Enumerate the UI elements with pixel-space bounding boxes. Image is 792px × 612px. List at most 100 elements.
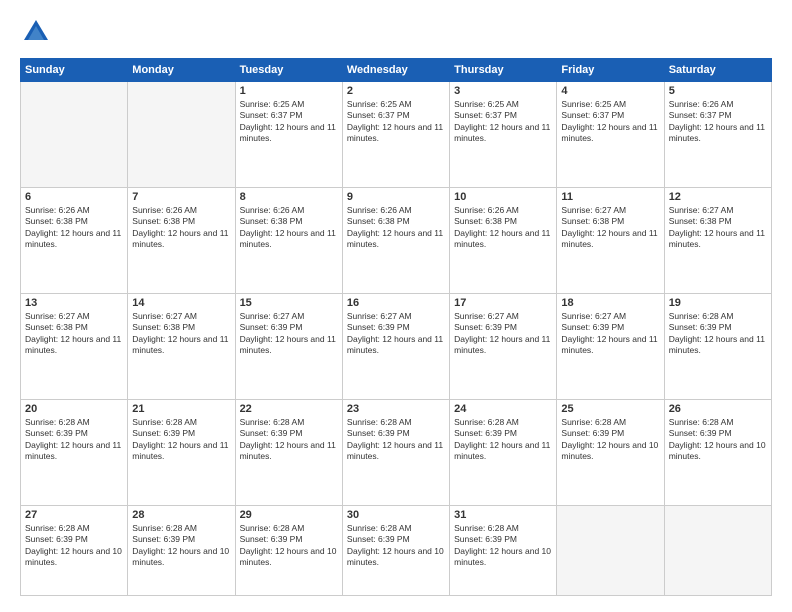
day-info: Sunrise: 6:28 AMSunset: 6:39 PMDaylight:… (454, 417, 552, 463)
day-number: 27 (25, 509, 123, 521)
day-info: Sunrise: 6:28 AMSunset: 6:39 PMDaylight:… (25, 417, 123, 463)
day-info: Sunrise: 6:26 AMSunset: 6:38 PMDaylight:… (347, 205, 445, 251)
calendar-cell (21, 82, 128, 188)
logo (20, 16, 58, 48)
day-info: Sunrise: 6:28 AMSunset: 6:39 PMDaylight:… (669, 417, 767, 463)
day-number: 9 (347, 191, 445, 203)
calendar-cell: 10Sunrise: 6:26 AMSunset: 6:38 PMDayligh… (450, 187, 557, 293)
day-number: 2 (347, 85, 445, 97)
calendar-cell: 27 Sunrise: 6:28 AMSunset: 6:39 PMDayligh… (21, 505, 128, 595)
calendar-header-sunday: Sunday (21, 59, 128, 82)
calendar-week-row-1: 1 Sunrise: 6:25 AMSunset: 6:37 PMDaylight… (21, 82, 772, 188)
calendar-header-tuesday: Tuesday (235, 59, 342, 82)
calendar-week-row-2: 6 Sunrise: 6:26 AMSunset: 6:38 PMDaylight… (21, 187, 772, 293)
day-info: Sunrise: 6:26 AMSunset: 6:38 PMDaylight:… (240, 205, 338, 251)
page: SundayMondayTuesdayWednesdayThursdayFrid… (0, 0, 792, 612)
day-number: 11 (561, 191, 659, 203)
header (20, 16, 772, 48)
calendar-cell: 26 Sunrise: 6:28 AMSunset: 6:39 PMDayligh… (664, 399, 771, 505)
calendar-cell: 15 Sunrise: 6:27 AMSunset: 6:39 PMDayligh… (235, 293, 342, 399)
day-info: Sunrise: 6:27 AMSunset: 6:38 PMDaylight:… (25, 311, 123, 357)
day-info: Sunrise: 6:28 AMSunset: 6:39 PMDaylight:… (132, 417, 230, 463)
day-number: 22 (240, 403, 338, 415)
day-info: Sunrise: 6:28 AMSunset: 6:39 PMDaylight:… (347, 523, 445, 569)
day-info: Sunrise: 6:28 AMSunset: 6:39 PMDaylight:… (669, 311, 767, 357)
calendar-cell: 17 Sunrise: 6:27 AMSunset: 6:39 PMDayligh… (450, 293, 557, 399)
day-info: Sunrise: 6:27 AMSunset: 6:39 PMDaylight:… (454, 311, 552, 357)
calendar-cell: 14 Sunrise: 6:27 AMSunset: 6:38 PMDayligh… (128, 293, 235, 399)
calendar-cell: 4Sunrise: 6:25 AMSunset: 6:37 PMDaylight… (557, 82, 664, 188)
day-number: 21 (132, 403, 230, 415)
day-info: Sunrise: 6:28 AMSunset: 6:39 PMDaylight:… (25, 523, 123, 569)
calendar-cell: 23 Sunrise: 6:28 AMSunset: 6:39 PMDayligh… (342, 399, 449, 505)
logo-icon (20, 16, 52, 48)
calendar-cell: 29Sunrise: 6:28 AMSunset: 6:39 PMDayligh… (235, 505, 342, 595)
calendar-cell (557, 505, 664, 595)
day-info: Sunrise: 6:28 AMSunset: 6:39 PMDaylight:… (240, 523, 338, 569)
day-number: 19 (669, 297, 767, 309)
calendar-cell: 21 Sunrise: 6:28 AMSunset: 6:39 PMDayligh… (128, 399, 235, 505)
day-info: Sunrise: 6:27 AMSunset: 6:39 PMDaylight:… (240, 311, 338, 357)
day-info: Sunrise: 6:28 AMSunset: 6:39 PMDaylight:… (561, 417, 659, 463)
calendar-header-monday: Monday (128, 59, 235, 82)
day-info: Sunrise: 6:28 AMSunset: 6:39 PMDaylight:… (240, 417, 338, 463)
day-number: 25 (561, 403, 659, 415)
day-info: Sunrise: 6:26 AMSunset: 6:38 PMDaylight:… (25, 205, 123, 251)
day-number: 4 (561, 85, 659, 97)
calendar-cell (128, 82, 235, 188)
day-info: Sunrise: 6:26 AMSunset: 6:38 PMDaylight:… (132, 205, 230, 251)
calendar-week-row-4: 20 Sunrise: 6:28 AMSunset: 6:39 PMDayligh… (21, 399, 772, 505)
day-number: 17 (454, 297, 552, 309)
day-number: 16 (347, 297, 445, 309)
calendar-cell: 31 Sunrise: 6:28 AMSunset: 6:39 PMDayligh… (450, 505, 557, 595)
day-info: Sunrise: 6:25 AMSunset: 6:37 PMDaylight:… (347, 99, 445, 145)
calendar-cell: 22 Sunrise: 6:28 AMSunset: 6:39 PMDayligh… (235, 399, 342, 505)
calendar-cell: 18Sunrise: 6:27 AMSunset: 6:39 PMDayligh… (557, 293, 664, 399)
day-number: 3 (454, 85, 552, 97)
calendar-cell: 7 Sunrise: 6:26 AMSunset: 6:38 PMDaylight… (128, 187, 235, 293)
calendar-cell: 30Sunrise: 6:28 AMSunset: 6:39 PMDayligh… (342, 505, 449, 595)
day-number: 15 (240, 297, 338, 309)
calendar-header-wednesday: Wednesday (342, 59, 449, 82)
day-number: 6 (25, 191, 123, 203)
day-number: 8 (240, 191, 338, 203)
day-number: 14 (132, 297, 230, 309)
day-info: Sunrise: 6:28 AMSunset: 6:39 PMDaylight:… (132, 523, 230, 569)
calendar-cell: 28 Sunrise: 6:28 AMSunset: 6:39 PMDayligh… (128, 505, 235, 595)
day-number: 26 (669, 403, 767, 415)
calendar-header-row: SundayMondayTuesdayWednesdayThursdayFrid… (21, 59, 772, 82)
calendar-cell: 5 Sunrise: 6:26 AMSunset: 6:37 PMDaylight… (664, 82, 771, 188)
day-info: Sunrise: 6:26 AMSunset: 6:37 PMDaylight:… (669, 99, 767, 145)
calendar-cell (664, 505, 771, 595)
day-info: Sunrise: 6:28 AMSunset: 6:39 PMDaylight:… (347, 417, 445, 463)
day-number: 24 (454, 403, 552, 415)
day-number: 20 (25, 403, 123, 415)
day-number: 23 (347, 403, 445, 415)
calendar-header-saturday: Saturday (664, 59, 771, 82)
day-number: 13 (25, 297, 123, 309)
calendar-table: SundayMondayTuesdayWednesdayThursdayFrid… (20, 58, 772, 596)
calendar-cell: 20 Sunrise: 6:28 AMSunset: 6:39 PMDayligh… (21, 399, 128, 505)
calendar-cell: 3 Sunrise: 6:25 AMSunset: 6:37 PMDaylight… (450, 82, 557, 188)
day-info: Sunrise: 6:25 AMSunset: 6:37 PMDaylight:… (454, 99, 552, 145)
day-info: Sunrise: 6:28 AMSunset: 6:39 PMDaylight:… (454, 523, 552, 569)
calendar-cell: 12Sunrise: 6:27 AMSunset: 6:38 PMDayligh… (664, 187, 771, 293)
calendar-cell: 1 Sunrise: 6:25 AMSunset: 6:37 PMDaylight… (235, 82, 342, 188)
calendar-cell: 25 Sunrise: 6:28 AMSunset: 6:39 PMDayligh… (557, 399, 664, 505)
calendar-cell: 16Sunrise: 6:27 AMSunset: 6:39 PMDayligh… (342, 293, 449, 399)
calendar-week-row-5: 27 Sunrise: 6:28 AMSunset: 6:39 PMDayligh… (21, 505, 772, 595)
day-number: 1 (240, 85, 338, 97)
day-info: Sunrise: 6:25 AMSunset: 6:37 PMDaylight:… (240, 99, 338, 145)
calendar-week-row-3: 13 Sunrise: 6:27 AMSunset: 6:38 PMDayligh… (21, 293, 772, 399)
calendar-cell: 6 Sunrise: 6:26 AMSunset: 6:38 PMDaylight… (21, 187, 128, 293)
day-info: Sunrise: 6:27 AMSunset: 6:38 PMDaylight:… (132, 311, 230, 357)
calendar-cell: 19 Sunrise: 6:28 AMSunset: 6:39 PMDayligh… (664, 293, 771, 399)
day-number: 12 (669, 191, 767, 203)
day-number: 28 (132, 509, 230, 521)
day-info: Sunrise: 6:27 AMSunset: 6:38 PMDaylight:… (561, 205, 659, 251)
day-number: 18 (561, 297, 659, 309)
day-number: 31 (454, 509, 552, 521)
day-number: 7 (132, 191, 230, 203)
day-info: Sunrise: 6:26 AMSunset: 6:38 PMDaylight:… (454, 205, 552, 251)
day-number: 5 (669, 85, 767, 97)
